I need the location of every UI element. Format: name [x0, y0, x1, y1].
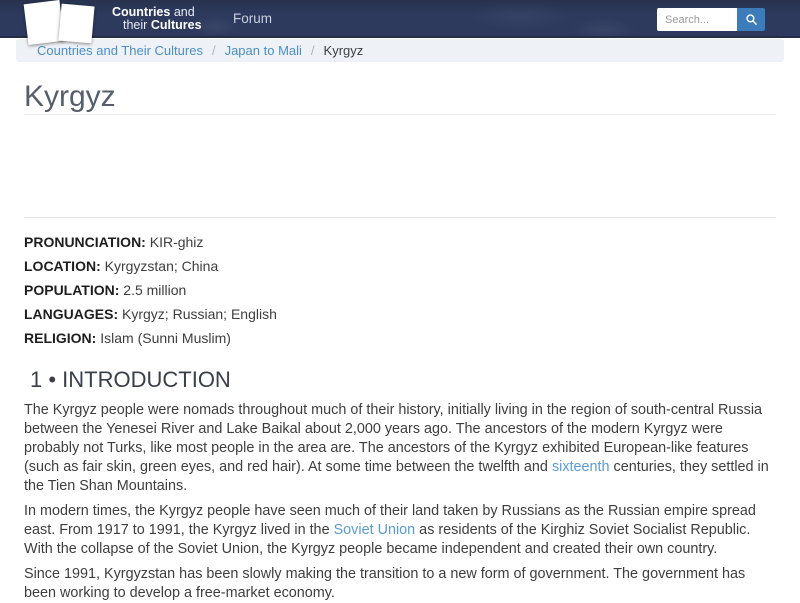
forum-link[interactable]: Forum: [233, 11, 272, 26]
divider: [24, 217, 776, 218]
breadcrumb-separator: /: [310, 43, 315, 58]
paragraph-intro-2: In modern times, the Kyrgyz people have …: [24, 502, 776, 559]
logo-photo-statues-icon: [58, 3, 95, 44]
brand-word-their: their: [123, 18, 148, 32]
breadcrumb: Countries and Their Cultures / Japan to …: [16, 39, 784, 62]
fact-value: Kyrgyzstan; China: [104, 258, 219, 274]
breadcrumb-link-home[interactable]: Countries and Their Cultures: [37, 43, 203, 58]
fact-value: KIR-ghiz: [149, 234, 204, 250]
page-title: Kyrgyz: [24, 80, 116, 113]
fact-pronunciation: PRONUNCIATION: KIR-ghiz: [24, 234, 776, 250]
fact-languages: LANGUAGES: Kyrgyz; Russian; English: [24, 306, 776, 322]
fact-label: LOCATION:: [24, 258, 101, 274]
search-bar: [657, 8, 765, 31]
site-logo[interactable]: [23, 0, 108, 46]
breadcrumb-separator: /: [211, 43, 216, 58]
brand-word-cultures: Cultures: [150, 18, 202, 32]
search-input[interactable]: [657, 8, 737, 31]
fact-label: LANGUAGES:: [24, 306, 119, 322]
fact-population: POPULATION: 2.5 million: [24, 282, 776, 298]
site-header: Countries and their Cultures Forum: [0, 0, 800, 46]
article-content: Kyrgyz PRONUNCIATION: KIR-ghiz LOCATION:…: [0, 80, 800, 603]
search-button[interactable]: [737, 8, 765, 31]
magnifier-icon: [745, 13, 758, 26]
inline-link-sixteenth[interactable]: sixteenth: [552, 459, 610, 475]
fact-list: PRONUNCIATION: KIR-ghiz LOCATION: Kyrgyz…: [24, 234, 776, 346]
breadcrumb-current: Kyrgyz: [323, 43, 364, 58]
ad-placeholder: [24, 115, 776, 217]
fact-value: Islam (Sunni Muslim): [100, 330, 231, 346]
section-heading-introduction: 1 • INTRODUCTION: [30, 367, 231, 392]
paragraph-intro-1: The Kyrgyz people were nomads throughout…: [24, 401, 776, 496]
inline-link-soviet-union[interactable]: Soviet Union: [334, 522, 416, 538]
fact-label: POPULATION:: [24, 282, 120, 298]
fact-value: 2.5 million: [123, 282, 187, 298]
fact-value: Kyrgyz; Russian; English: [122, 306, 277, 322]
brand-word-and: and: [173, 5, 195, 19]
paragraph-intro-3: Since 1991, Kyrgyzstan has been slowly m…: [24, 565, 776, 603]
fact-label: RELIGION:: [24, 330, 97, 346]
brand-word-countries: Countries: [112, 5, 171, 19]
fact-location: LOCATION: Kyrgyzstan; China: [24, 258, 776, 274]
breadcrumb-link-volume[interactable]: Japan to Mali: [225, 43, 302, 58]
site-wordmark[interactable]: Countries and their Cultures: [112, 6, 202, 32]
fact-religion: RELIGION: Islam (Sunni Muslim): [24, 330, 776, 346]
fact-label: PRONUNCIATION:: [24, 234, 146, 250]
paragraph-text: Since 1991, Kyrgyzstan has been slowly m…: [24, 566, 746, 601]
